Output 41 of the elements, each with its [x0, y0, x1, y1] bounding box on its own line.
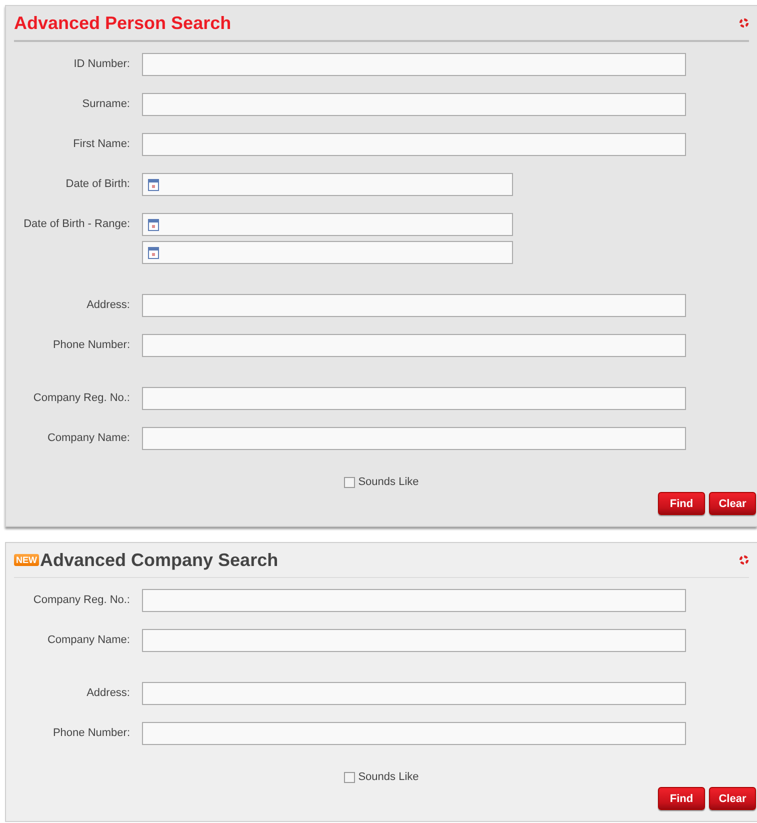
- field-label: Date of Birth:: [64, 177, 130, 192]
- field-label: Company Name:: [46, 633, 130, 648]
- text-field[interactable]: [142, 589, 686, 612]
- field-label: First Name:: [72, 137, 130, 152]
- field-label: Date of Birth - Range:: [22, 217, 130, 232]
- field-label: Company Name:: [46, 431, 130, 446]
- field-label: Address:: [86, 298, 130, 313]
- text-field[interactable]: [142, 294, 686, 317]
- text-field[interactable]: [142, 682, 686, 705]
- text-field[interactable]: [142, 53, 686, 76]
- field-label: Company Reg. No.:: [32, 391, 130, 406]
- lifebuoy-icon[interactable]: [739, 18, 749, 28]
- text-field[interactable]: [142, 133, 686, 156]
- find-button[interactable]: Find: [658, 492, 705, 515]
- clear-button[interactable]: Clear: [709, 787, 756, 810]
- field-label: Phone Number:: [52, 726, 130, 741]
- calendar-icon[interactable]: [148, 218, 159, 230]
- text-field[interactable]: [142, 387, 686, 410]
- panel-title: Advanced Company Search: [40, 550, 278, 570]
- sounds-like-checkbox[interactable]: Sounds Like: [6, 476, 757, 488]
- date-field[interactable]: [142, 241, 513, 264]
- text-field[interactable]: [142, 629, 686, 652]
- field-label: Address:: [86, 686, 130, 701]
- find-button[interactable]: Find: [658, 787, 705, 810]
- new-badge: NEW: [14, 554, 39, 566]
- text-field[interactable]: [142, 427, 686, 450]
- sounds-like-checkbox[interactable]: Sounds Like: [6, 771, 757, 783]
- field-label: Company Reg. No.:: [32, 593, 130, 608]
- clear-button[interactable]: Clear: [709, 492, 756, 515]
- date-field[interactable]: [142, 213, 513, 236]
- date-field[interactable]: [142, 173, 513, 196]
- field-label: ID Number:: [72, 57, 130, 72]
- panel-title: Advanced Person Search: [14, 12, 232, 34]
- lifebuoy-icon[interactable]: [739, 555, 749, 565]
- field-label: Phone Number:: [52, 338, 130, 353]
- field-label: Surname:: [81, 97, 130, 112]
- text-field[interactable]: [142, 722, 686, 745]
- text-field[interactable]: [142, 334, 686, 357]
- calendar-icon[interactable]: [148, 178, 159, 190]
- calendar-icon[interactable]: [148, 246, 159, 258]
- text-field[interactable]: [142, 93, 686, 116]
